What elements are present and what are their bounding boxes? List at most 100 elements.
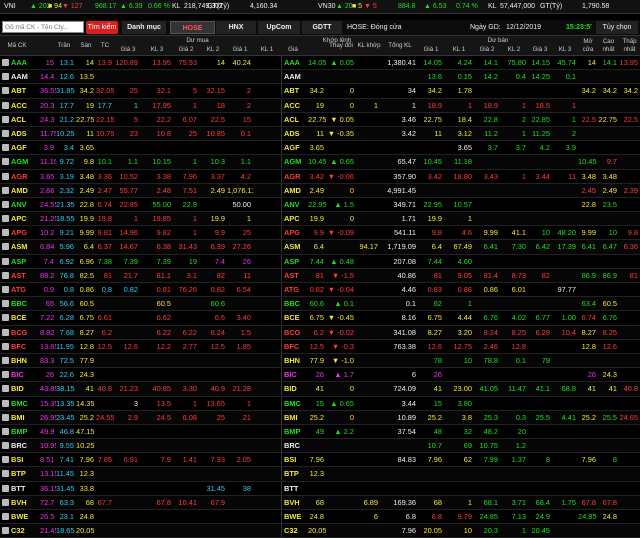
- ceiling: 13.15: [40, 469, 56, 479]
- symbol[interactable]: BSI: [0, 453, 40, 466]
- ceiling: 7.4: [43, 256, 54, 266]
- tab-hnx[interactable]: HNX: [216, 21, 256, 34]
- table-row[interactable]: ACL 24.3 21.2 22.75 22.15 5 22.2 6.07 22.5 15 ACL 2…: [0, 112, 640, 127]
- table-row[interactable]: BID43.8538.154140.821.2340.853.3040.921.…: [0, 382, 640, 397]
- table-row[interactable]: AGM 11.15 9.72 9.8 10.1 1.1 10.15 1 10.3 1.1 AGM 10…: [0, 155, 640, 170]
- symbol[interactable]: AGR: [0, 170, 40, 183]
- symbol[interactable]: ANV: [0, 198, 40, 211]
- symbol[interactable]: ADS: [0, 127, 40, 140]
- tab-hose[interactable]: HOSE: [170, 21, 215, 34]
- symbol[interactable]: BHN: [0, 354, 40, 367]
- bid-vol2: 76.26: [178, 285, 198, 294]
- match-symbol: BTP: [281, 467, 308, 481]
- symbol[interactable]: APG: [0, 226, 40, 239]
- symbol[interactable]: BCG: [0, 326, 40, 339]
- table-row[interactable]: AMD 2.66 2.32 2.49 2.47 55.77 2.48 7.51 2.49 1,07…: [0, 183, 640, 198]
- table-row[interactable]: ASP 7.4 6.92 6.96 7.38 7.39 7.39 19 7.4 26 ASP 7.44…: [0, 254, 640, 269]
- options-button[interactable]: Tùy chọn: [596, 21, 638, 34]
- symbol[interactable]: C32: [0, 524, 40, 537]
- table-row[interactable]: BMC15.3513.3514.35313.5113.651BMC15▲ 0.6…: [0, 396, 640, 411]
- symbol[interactable]: BID: [0, 382, 40, 395]
- symbol[interactable]: BWE: [0, 510, 40, 523]
- symbol[interactable]: BMI: [0, 411, 40, 424]
- ask-price1: 22.75: [423, 114, 443, 124]
- table-row[interactable]: BTT36.1531.4533.831.4538BTT: [0, 481, 640, 496]
- tab-upcom[interactable]: UpCom: [258, 21, 300, 34]
- table-row[interactable]: BFC13.6511.9512.812.512.612.22.7712.51.8…: [0, 339, 640, 354]
- symbol[interactable]: BIC: [0, 368, 40, 381]
- table-row[interactable]: BSI 8.51 7.41 7.96 7.85 6.91 7.9 1.41 7.93 2.05 BS…: [0, 453, 640, 468]
- symbol[interactable]: APC: [0, 212, 40, 225]
- ceiling: 8.51: [40, 455, 55, 465]
- change: [326, 439, 356, 452]
- table-row[interactable]: BCE 7.22 6.28 6.75 6.61 6.62 6.6 3.40 BCE 6.75 ▼ -…: [0, 311, 640, 326]
- table-row[interactable]: ADS 11.75 10.25 11 10.75 23 10.8 25 10.85 0.1 ADS 1…: [0, 126, 640, 142]
- change: 0: [349, 185, 354, 195]
- symbol[interactable]: ATG: [0, 283, 40, 296]
- symbol[interactable]: ASM: [0, 240, 40, 253]
- symbol[interactable]: BTP: [0, 467, 40, 480]
- symbol[interactable]: ACL: [0, 113, 40, 126]
- match-symbol: BMI: [281, 410, 308, 424]
- table-row[interactable]: AAM 14.4 12.6 13.5 AAM 13.6 0.15 14.2 0.4 14.25 0.…: [0, 70, 640, 85]
- high: 41: [608, 384, 617, 394]
- symbol[interactable]: BVH: [0, 496, 40, 509]
- symbol[interactable]: AAM: [0, 70, 40, 83]
- symbol[interactable]: BBC: [0, 297, 40, 310]
- symbol[interactable]: AMD: [0, 184, 40, 197]
- bid-vol1: 21: [242, 412, 251, 422]
- symbol[interactable]: ACC: [0, 99, 40, 112]
- bid-vol2: [173, 311, 199, 324]
- low: [619, 141, 640, 154]
- table-row[interactable]: BWE 26.5 23.1 24.8 BWE 24.8 6 6.8 6.8 9.79 24.85 7.…: [0, 510, 640, 525]
- table-row[interactable]: BHN 83.3 72.5 77.9 BHN 77.9 ▼ -1.0 78 10 78.8 0.1 7…: [0, 353, 640, 369]
- ask-vol2: 0.1: [515, 355, 526, 365]
- tab-gdtt[interactable]: GDTT: [302, 21, 342, 34]
- table-row[interactable]: BIC 26 22.6 24.3 BIC 26 ▲ 1.7 6 26 26 24.3: [0, 368, 640, 383]
- table-row[interactable]: BVH 72.7 63.3 68 67.7 67.8 10.41 67.9 BVH 68 6.89 1…: [0, 495, 640, 510]
- search-button[interactable]: Tìm kiếm: [86, 21, 118, 34]
- symbol[interactable]: AAA: [0, 56, 40, 69]
- table-row[interactable]: APC21.2518.5519.919.8119.85119.91APC19.9…: [0, 212, 640, 227]
- open: 8.27: [581, 327, 596, 337]
- search-input[interactable]: [2, 21, 84, 33]
- table-row[interactable]: ATG 0.9 0.8 0.86 0.8 0.82 0.81 76.26 0.82 6.54 ATG…: [0, 283, 640, 298]
- ask-vol1: 1: [467, 214, 472, 224]
- table-row[interactable]: AAA 15 13.1 14 13.9 120.89 13.95 75.93 14 40.24 AA…: [0, 56, 640, 71]
- table-row[interactable]: AGR 3.65 3.19 3.48 3.36 10.52 3.38 7.96 3.37 4.2 A…: [0, 169, 640, 184]
- table-row[interactable]: BBC 65 56.6 60.5 60.5 60.6 BBC 60.6 ▲ 0.1 0.1 62 1 6…: [0, 297, 640, 312]
- table-row[interactable]: ABT36.5531.8534.232.052532.1532.152ABT34…: [0, 84, 640, 99]
- table-row[interactable]: BRC10.959.5510.25BRC10.76910.751.2: [0, 439, 640, 454]
- table-row[interactable]: BMP 49.9 46.8 47.15 BMP 49 ▲ 2.2 37.54 48 32 48.2 2…: [0, 424, 640, 440]
- ticker-item: ■ 5: [352, 3, 363, 10]
- table-row[interactable]: AGF 3.9 3.4 3.65 AGF 3.65 3.65 3.7 3.7 4.2 3.9: [0, 141, 640, 156]
- change: 0: [349, 384, 354, 394]
- table-row[interactable]: AST 88.2 76.8 82.5 81 21.7 81.1 3.1 82 11 AST 81 ▼ -…: [0, 268, 640, 283]
- ask-vol1: 3.12: [457, 128, 472, 138]
- symbol[interactable]: BRC: [0, 439, 40, 452]
- symbol[interactable]: BTT: [0, 482, 40, 495]
- symbol[interactable]: BMP: [0, 425, 40, 438]
- table-row[interactable]: BTP13.1511.4512.3BTP12.3: [0, 467, 640, 482]
- symbol[interactable]: BCE: [0, 311, 40, 324]
- table-row[interactable]: ASM 6.84 5.96 6.4 6.37 14.67 6.38 31.43 6.39 27.2…: [0, 240, 640, 255]
- table-row[interactable]: APG 10.2 9.21 9.99 9.81 14.96 9.82 1 9.9 25 APG 9.9…: [0, 226, 640, 241]
- symbol[interactable]: ABT: [0, 84, 40, 97]
- symbol[interactable]: ASP: [0, 255, 40, 268]
- symbol[interactable]: AST: [0, 269, 40, 282]
- symbol[interactable]: BFC: [0, 340, 40, 353]
- table-row[interactable]: C3221.4518.6520.05C3220.057.9620.051020.…: [0, 524, 640, 538]
- change: ▼ -1.5: [331, 270, 354, 280]
- match-price: [308, 70, 326, 83]
- table-row[interactable]: ANV24.5521.3522.86.7422.8555.0022.950.00…: [0, 197, 640, 213]
- ask-price2: 8.24: [483, 327, 498, 337]
- ask-vol3: [552, 198, 578, 211]
- col-symbol[interactable]: Mã CK: [0, 42, 34, 50]
- symbol[interactable]: AGF: [0, 141, 40, 154]
- symbol[interactable]: AGM: [0, 155, 40, 168]
- watchlist-menu[interactable]: Danh mục: [122, 21, 166, 34]
- table-row[interactable]: ACC 20.3 17.7 19 17.7 1 17.95 1 18 2 ACC 19 0 1 1 18.9 1…: [0, 98, 640, 113]
- table-row[interactable]: BCG 8.82 7.68 8.27 6.2 6.22 6.22 6.24 1.5 BCG 6.2 ▼…: [0, 325, 640, 340]
- symbol[interactable]: BMC: [0, 397, 40, 410]
- table-row[interactable]: BMI26.9523.4525.224.552.924.56.082521BMI…: [0, 410, 640, 425]
